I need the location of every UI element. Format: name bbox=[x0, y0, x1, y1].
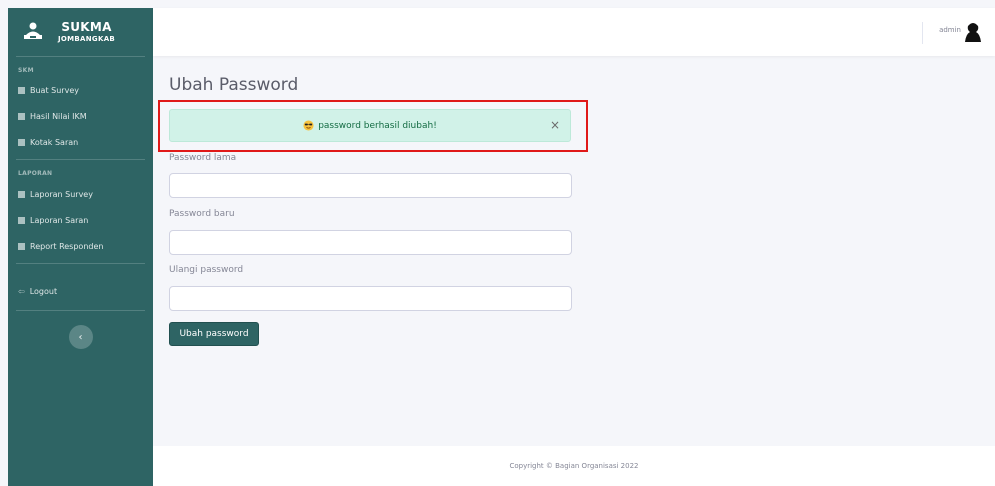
person-laptop-icon bbox=[24, 22, 42, 39]
old-password-input[interactable] bbox=[169, 173, 572, 198]
sidebar-item-kotak-saran[interactable]: Kotak Saran bbox=[8, 129, 153, 155]
sidebar-item-label: Buat Survey bbox=[30, 85, 79, 95]
sidebar-divider bbox=[16, 263, 145, 264]
close-icon[interactable]: × bbox=[550, 118, 560, 132]
change-password-button[interactable]: Ubah password bbox=[169, 322, 259, 346]
sidebar-item-hasil-nilai-ikm[interactable]: Hasil Nilai IKM bbox=[8, 103, 153, 129]
footer: Copyright © Bagian Organisasi 2022 bbox=[153, 446, 995, 486]
sidebar-divider bbox=[16, 310, 145, 311]
chevron-left-icon: ‹ bbox=[78, 331, 83, 343]
footer-copyright: Copyright © Bagian Organisasi 2022 bbox=[509, 462, 639, 470]
sidebar-item-laporan-saran[interactable]: Laporan Saran bbox=[8, 207, 153, 233]
sidebar-heading-laporan: LAPORAN bbox=[18, 170, 53, 177]
sidebar: SUKMA JOMBANGKAB SKM Buat Survey Hasil N… bbox=[8, 8, 153, 486]
sidebar-item-logout[interactable]: ⇦ Logout bbox=[8, 278, 153, 304]
sidebar-item-label: Laporan Survey bbox=[30, 189, 93, 199]
alert-message: password berhasil diubah! bbox=[318, 120, 437, 131]
page-title: Ubah Password bbox=[169, 75, 299, 95]
book-icon bbox=[18, 86, 25, 94]
sidebar-item-report-responden[interactable]: Report Responden bbox=[8, 233, 153, 259]
document-icon bbox=[18, 216, 25, 224]
logout-icon: ⇦ bbox=[18, 286, 25, 296]
inbox-icon bbox=[18, 138, 25, 146]
sidebar-item-label: Laporan Saran bbox=[30, 215, 89, 225]
users-icon bbox=[18, 242, 25, 250]
brand-subtitle: JOMBANGKAB bbox=[58, 34, 116, 43]
sidebar-divider bbox=[16, 159, 145, 160]
new-password-label: Password baru bbox=[169, 209, 235, 219]
sidebar-divider bbox=[16, 56, 145, 57]
brand-text: SUKMA JOMBANGKAB bbox=[58, 21, 115, 43]
success-alert: password berhasil diubah! × bbox=[169, 109, 571, 142]
report-icon bbox=[18, 190, 25, 198]
repeat-password-label: Ulangi password bbox=[169, 265, 244, 275]
old-password-label: Password lama bbox=[169, 153, 237, 163]
topbar: admin bbox=[153, 8, 995, 56]
sidebar-item-laporan-survey[interactable]: Laporan Survey bbox=[8, 181, 153, 207]
sidebar-item-label: Logout bbox=[29, 286, 58, 296]
sidebar-item-label: Report Responden bbox=[30, 241, 104, 251]
sidebar-item-buat-survey[interactable]: Buat Survey bbox=[8, 77, 153, 103]
user-avatar-icon[interactable] bbox=[963, 21, 983, 43]
topbar-divider bbox=[922, 22, 923, 44]
repeat-password-input[interactable] bbox=[169, 286, 572, 311]
new-password-input[interactable] bbox=[169, 230, 572, 255]
sidebar-toggle-button[interactable]: ‹ bbox=[68, 325, 93, 349]
brand-title: SUKMA bbox=[61, 20, 112, 35]
user-name[interactable]: admin bbox=[939, 26, 961, 34]
sidebar-item-label: Kotak Saran bbox=[30, 137, 79, 147]
emoji-cool-icon bbox=[303, 120, 314, 131]
chart-icon bbox=[18, 112, 25, 120]
sidebar-item-label: Hasil Nilai IKM bbox=[30, 111, 87, 121]
brand[interactable]: SUKMA JOMBANGKAB bbox=[8, 8, 153, 56]
sidebar-heading-skm: SKM bbox=[18, 67, 34, 74]
